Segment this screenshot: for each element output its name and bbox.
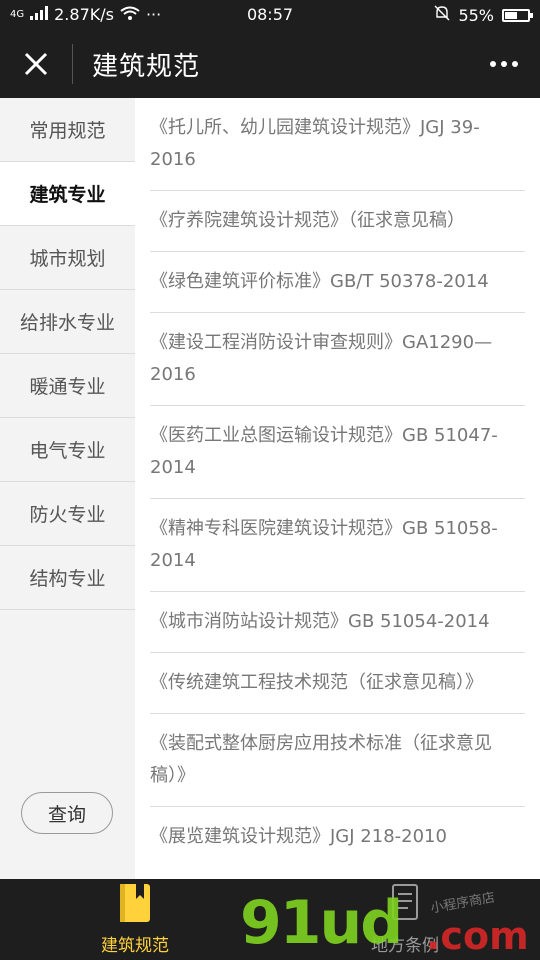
spec-list-panel: 《托儿所、幼儿园建筑设计规范》JGJ 39-2016 《疗养院建筑设计规范》（征… [135,98,540,879]
list-item[interactable]: 《疗养院建筑设计规范》（征求意见稿） [150,191,525,252]
list-item[interactable]: 《城市消防站设计规范》GB 51054-2014 [150,592,525,653]
sidebar-item-urban-planning[interactable]: 城市规划 [0,226,135,290]
close-button[interactable] [16,46,56,82]
battery-fill [505,11,518,19]
list-item[interactable]: 《展览建筑设计规范》JGJ 218-2010 [150,807,525,867]
more-button[interactable] [486,52,522,76]
app-header: 建筑规范 [0,30,540,98]
bottom-tab-bar: 建筑规范 地方条例 [0,879,540,960]
list-item[interactable]: 《医药工业总图运输设计规范》GB 51047-2014 [150,406,525,499]
tab-label: 建筑规范 [101,936,169,956]
book-icon [120,884,150,922]
more-dot [490,61,496,67]
sidebar-item-architecture[interactable]: 建筑专业 [0,162,135,226]
tab-label: 地方条例 [371,936,439,956]
mute-bell-icon [434,5,450,25]
sidebar-item-structural[interactable]: 结构专业 [0,546,135,610]
more-dot [512,61,518,67]
status-right: 55% [434,5,533,25]
query-button[interactable]: 查询 [21,792,113,834]
battery-percent: 55% [458,5,494,25]
page-title: 建筑规范 [92,52,201,82]
status-bar: 4G 2.87K/s ··· 08:57 55% [0,0,540,30]
spec-list: 《托儿所、幼儿园建筑设计规范》JGJ 39-2016 《疗养院建筑设计规范》（征… [135,98,540,867]
sidebar-item-electrical[interactable]: 电气专业 [0,418,135,482]
sidebar-item-plumbing[interactable]: 给排水专业 [0,290,135,354]
list-item[interactable]: 《绿色建筑评价标准》GB/T 50378-2014 [150,252,525,313]
category-sidebar: 常用规范 建筑专业 城市规划 给排水专业 暖通专业 电气专业 防火专业 结构专业… [0,98,135,879]
sidebar-item-common[interactable]: 常用规范 [0,98,135,162]
header-divider [72,44,73,84]
sidebar-item-fire[interactable]: 防火专业 [0,482,135,546]
tab-building-specs[interactable]: 建筑规范 [75,883,195,956]
battery-icon [502,8,533,22]
more-dot [501,61,507,67]
list-item[interactable]: 《传统建筑工程技术规范（征求意见稿）》 [150,653,525,714]
close-icon [24,52,48,76]
list-item[interactable]: 《建设工程消防设计审查规则》GA1290—2016 [150,313,525,406]
document-icon [392,884,418,920]
list-item[interactable]: 《装配式整体厨房应用技术标准（征求意见稿）》 [150,714,525,807]
list-item[interactable]: 《精神专科医院建筑设计规范》GB 51058-2014 [150,499,525,592]
list-item[interactable]: 《托儿所、幼儿园建筑设计规范》JGJ 39-2016 [150,98,525,191]
tab-local-regulations[interactable]: 地方条例 [345,883,465,956]
sidebar-item-hvac[interactable]: 暖通专业 [0,354,135,418]
